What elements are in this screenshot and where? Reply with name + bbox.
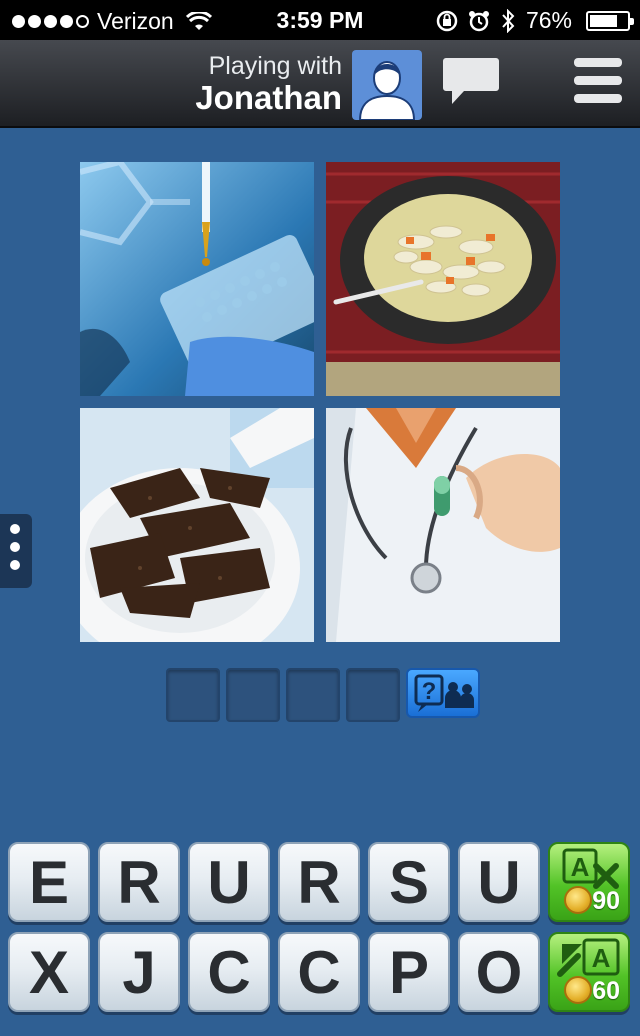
coin-icon (564, 976, 592, 1004)
letter-key[interactable]: R (98, 842, 180, 922)
chat-button[interactable] (442, 56, 500, 108)
side-drawer-tab[interactable] (0, 514, 32, 588)
remove-letters-cost: 90 (592, 887, 620, 915)
opponent-name: Jonathan (195, 79, 342, 116)
letter-key[interactable]: X (8, 932, 90, 1012)
remove-letters-button[interactable]: A 90 (548, 842, 630, 922)
playing-with-label: Playing with (208, 52, 342, 80)
opponent-info: Playing with Jonathan (195, 52, 342, 117)
letter-key[interactable]: R (278, 842, 360, 922)
puzzle-image-doctor-pill[interactable] (326, 408, 560, 642)
remove-letter-icon: A (562, 848, 619, 889)
person-icon (358, 61, 416, 120)
svg-text:A: A (571, 852, 590, 882)
menu-button[interactable] (574, 58, 622, 110)
puzzle-image-beef-jerky[interactable] (80, 408, 314, 642)
letter-key[interactable]: U (188, 842, 270, 922)
question-friends-icon: ? (414, 674, 474, 712)
answer-slot-1[interactable] (166, 668, 220, 722)
letter-key[interactable]: J (98, 932, 180, 1012)
letter-key[interactable]: P (368, 932, 450, 1012)
reveal-letter-button[interactable]: A 60 (548, 932, 630, 1012)
rotation-lock-icon (436, 10, 458, 31)
battery-percent: 76% (525, 7, 572, 33)
bluetooth-icon (502, 8, 515, 33)
coin-icon (564, 886, 592, 914)
letter-key[interactable]: S (368, 842, 450, 922)
letter-key[interactable]: U (458, 842, 540, 922)
game-header: Playing with Jonathan (0, 40, 640, 128)
puzzle-image-lab-pipette[interactable] (80, 162, 314, 396)
opponent-avatar[interactable] (352, 50, 422, 120)
reveal-letter-cost: 60 (592, 977, 620, 1005)
letter-key[interactable]: O (458, 932, 540, 1012)
alarm-icon (468, 10, 489, 31)
letter-key[interactable]: E (8, 842, 90, 922)
menu-icon (574, 58, 622, 67)
status-bar: Verizon 3:59 PM 76% (0, 0, 640, 40)
letter-key[interactable]: C (188, 932, 270, 1012)
puzzle-image-noodle-soup[interactable] (326, 162, 560, 396)
letter-key[interactable]: C (278, 932, 360, 1012)
more-options-icon (10, 524, 20, 534)
svg-text:A: A (592, 943, 611, 973)
ask-friends-button[interactable]: ? (406, 668, 480, 718)
answer-slot-3[interactable] (286, 668, 340, 722)
answer-slot-4[interactable] (346, 668, 400, 722)
answer-slot-2[interactable] (226, 668, 280, 722)
svg-text:?: ? (422, 678, 437, 705)
reveal-letter-icon: A (557, 938, 620, 977)
battery-icon (586, 10, 634, 31)
